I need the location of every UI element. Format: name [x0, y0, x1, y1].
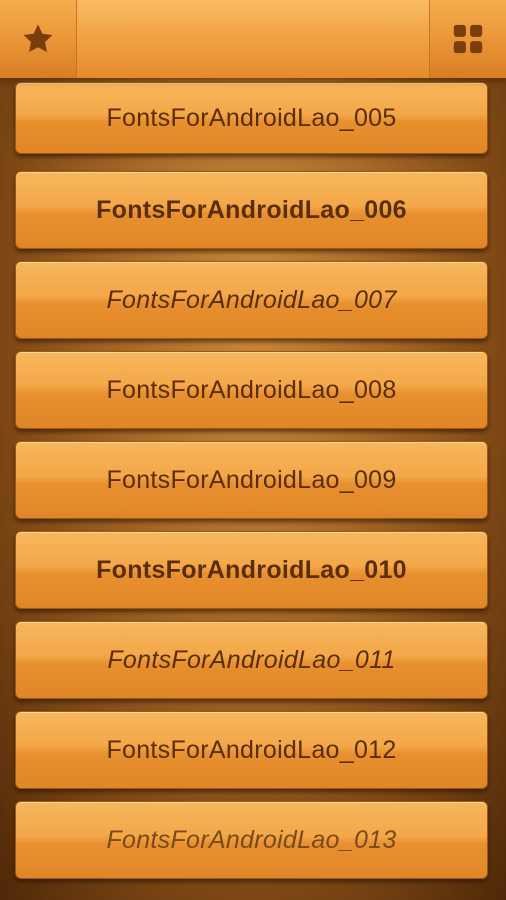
- grid-view-button[interactable]: [429, 0, 506, 78]
- font-list-item[interactable]: FontsForAndroidLao_005: [15, 82, 488, 154]
- font-list-item[interactable]: FontsForAndroidLao_008: [15, 351, 488, 429]
- star-icon: [23, 24, 53, 53]
- title-area: [77, 0, 429, 78]
- font-list-item[interactable]: FontsForAndroidLao_013: [15, 801, 488, 879]
- font-list-item[interactable]: FontsForAndroidLao_010: [15, 531, 488, 609]
- font-list-item[interactable]: FontsForAndroidLao_009: [15, 441, 488, 519]
- font-list-item[interactable]: FontsForAndroidLao_012: [15, 711, 488, 789]
- top-bar: [0, 0, 506, 78]
- grid-icon: [453, 24, 483, 54]
- font-list-item[interactable]: FontsForAndroidLao_006: [15, 171, 488, 249]
- font-list-item[interactable]: FontsForAndroidLao_007: [15, 261, 488, 339]
- favorites-button[interactable]: [0, 0, 77, 78]
- font-list-item[interactable]: FontsForAndroidLao_011: [15, 621, 488, 699]
